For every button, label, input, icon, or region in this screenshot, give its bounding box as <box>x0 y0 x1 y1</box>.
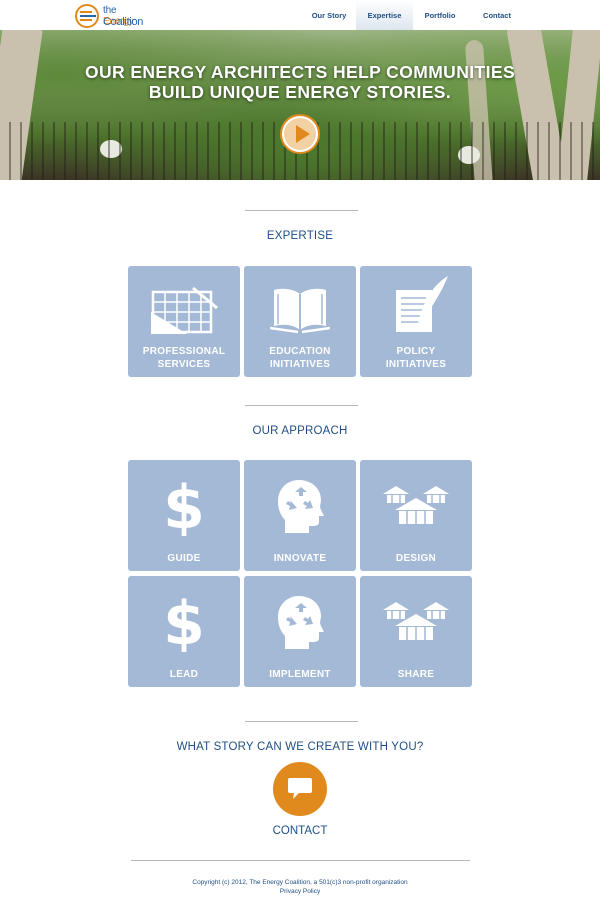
expertise-title: EXPERTISE <box>266 230 334 242</box>
tile-share[interactable]: SHARE <box>360 576 472 687</box>
logo[interactable]: the Energy Coalition <box>74 3 148 29</box>
tile-lead[interactable]: $ LEAD <box>128 576 240 687</box>
logo-text-line2: Coalition <box>103 16 144 28</box>
play-button[interactable] <box>280 114 320 154</box>
tile-guide[interactable]: $ GUIDE <box>128 460 240 571</box>
gazebos-icon <box>383 486 449 524</box>
tile-design[interactable]: DESIGN <box>360 460 472 571</box>
tile-label: DESIGN <box>395 553 437 564</box>
head-recycle-icon <box>278 596 324 649</box>
nav-portfolio[interactable]: Portfolio <box>418 0 462 30</box>
nav-expertise[interactable]: Expertise <box>356 0 413 30</box>
tile-label: POLICY INITIATIVES <box>360 345 472 371</box>
tile-policy-initiatives[interactable]: POLICY INITIATIVES <box>360 266 472 377</box>
contact-label[interactable]: CONTACT <box>0 825 600 837</box>
tile-label: IMPLEMENT <box>269 669 331 680</box>
tile-label-line1: POLICY <box>396 346 436 357</box>
tile-label: LEAD <box>169 669 199 680</box>
cta-question: WHAT STORY CAN WE CREATE WITH YOU? <box>176 741 424 753</box>
blueprint-icon <box>151 286 218 334</box>
approach-title: OUR APPROACH <box>252 425 348 437</box>
nav-our-story[interactable]: Our Story <box>306 0 352 30</box>
open-book-icon <box>270 288 330 334</box>
logo-mark-icon <box>75 4 99 28</box>
hero-banner: OUR ENERGY ARCHITECTS HELP COMMUNITIES B… <box>0 30 600 180</box>
svg-text:$: $ <box>163 592 205 652</box>
tile-label: INNOVATE <box>273 553 327 564</box>
tile-education-initiatives[interactable]: EDUCATION INITIATIVES <box>244 266 356 377</box>
hero-headline-line1: OUR ENERGY ARCHITECTS HELP COMMUNITIES <box>84 62 516 82</box>
tile-label: SHARE <box>397 669 435 680</box>
dollar-icon: $ <box>163 592 205 652</box>
head-recycle-icon <box>278 480 324 533</box>
tile-label-line2: INITIATIVES <box>269 359 331 370</box>
document-quill-icon <box>396 276 448 332</box>
tile-implement[interactable]: IMPLEMENT <box>244 576 356 687</box>
dollar-icon: $ <box>163 476 205 536</box>
site-header: the Energy Coalition Our Story Expertise… <box>0 0 600 30</box>
nav-contact[interactable]: Contact <box>476 0 518 30</box>
hero-headline-line2: BUILD UNIQUE ENERGY STORIES. <box>148 82 452 102</box>
tile-label-line1: PROFESSIONAL <box>142 346 226 357</box>
tile-label-line2: INITIATIVES <box>385 359 447 370</box>
svg-text:$: $ <box>163 476 205 536</box>
divider <box>245 721 358 722</box>
tile-label: EDUCATION INITIATIVES <box>244 345 356 371</box>
tile-label-line2: SERVICES <box>157 359 211 370</box>
divider <box>245 405 358 406</box>
tile-professional-services[interactable]: PROFESSIONAL SERVICES <box>128 266 240 377</box>
contact-button[interactable] <box>273 762 327 816</box>
copyright-text: Copyright (c) 2012, The Energy Coalition… <box>192 879 408 886</box>
tile-innovate[interactable]: INNOVATE <box>244 460 356 571</box>
tile-label: GUIDE <box>167 553 201 564</box>
speech-bubble-icon <box>288 778 312 799</box>
tile-label-line1: EDUCATION <box>269 346 331 357</box>
gazebos-icon <box>383 602 449 640</box>
play-icon <box>296 125 310 143</box>
privacy-policy-link[interactable]: Privacy Policy <box>0 888 600 895</box>
divider <box>245 210 358 211</box>
tile-label: PROFESSIONAL SERVICES <box>128 345 240 371</box>
hero-headline: OUR ENERGY ARCHITECTS HELP COMMUNITIES B… <box>0 62 600 102</box>
footer-divider <box>131 860 470 861</box>
